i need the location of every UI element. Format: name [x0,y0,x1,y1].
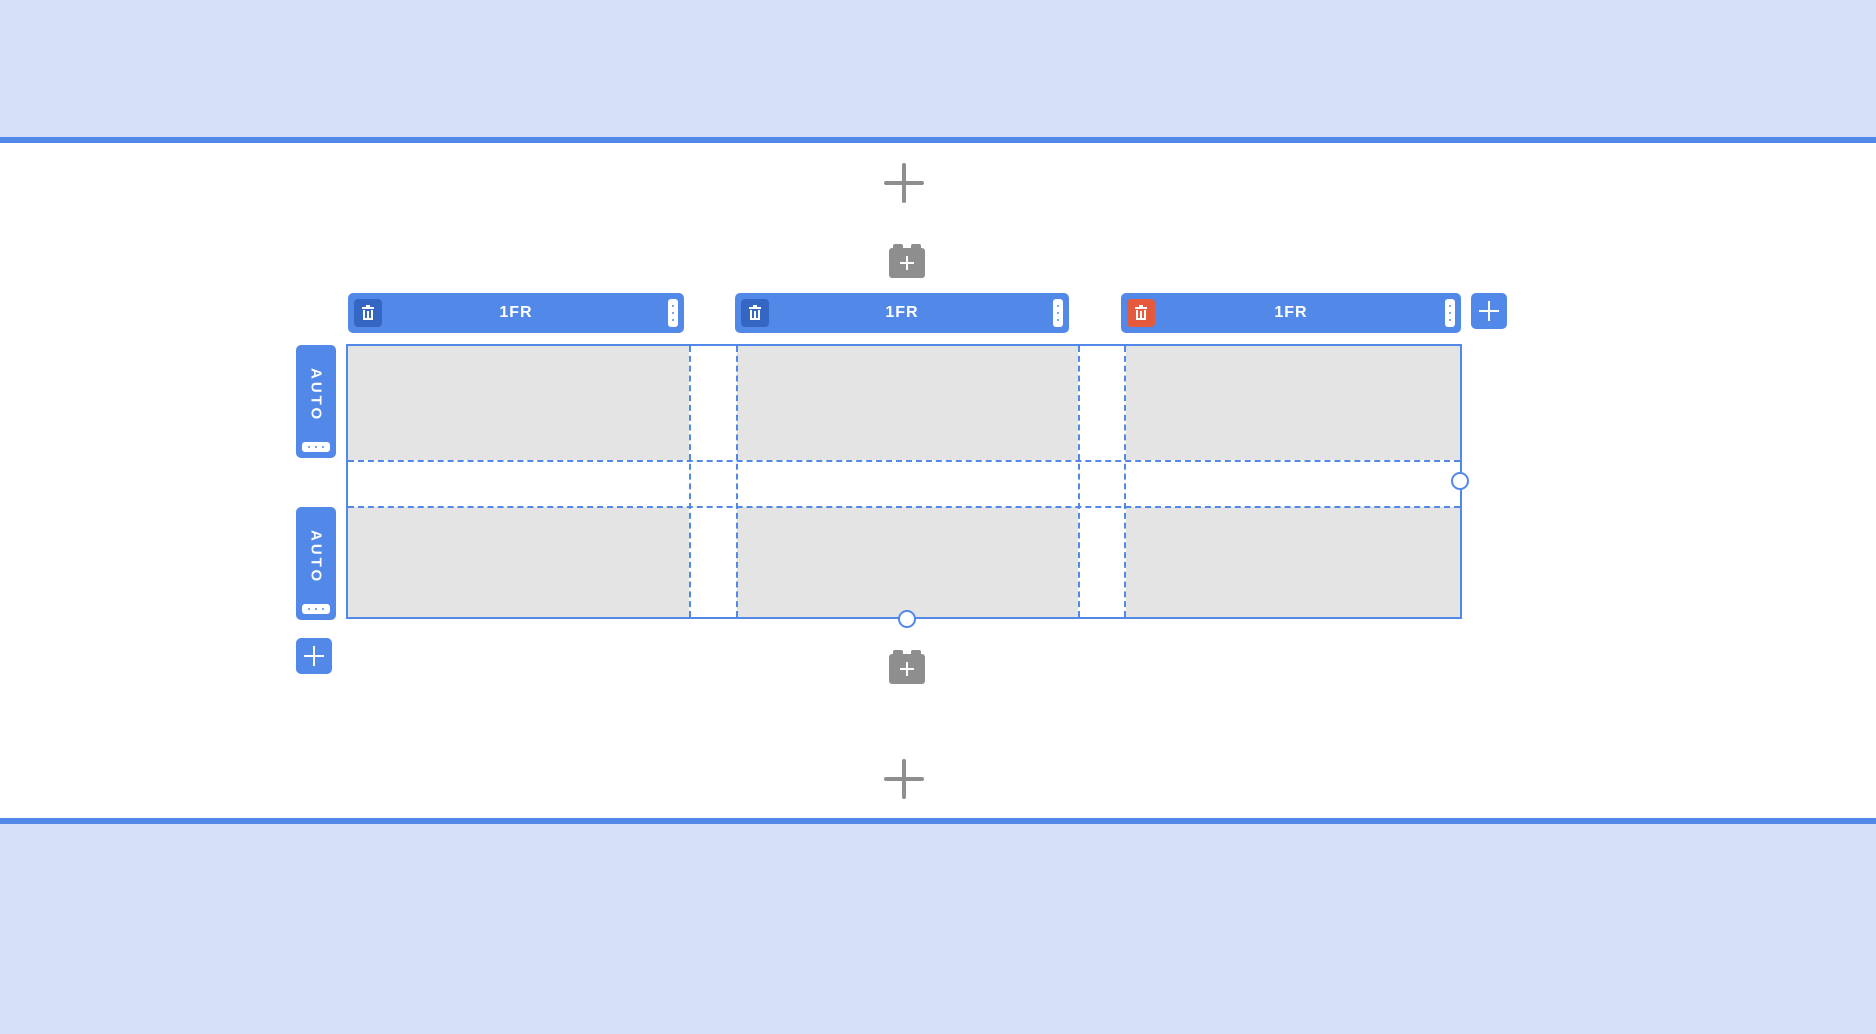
add-block-top-icon[interactable] [889,244,925,280]
row-1-menu-dots-icon[interactable] [302,442,330,452]
column-3-menu-dots-icon[interactable] [1445,299,1455,327]
grid-cell[interactable] [1126,507,1460,617]
column-2-menu-dots-icon[interactable] [1053,299,1063,327]
grid-cell[interactable] [1126,346,1460,460]
grid-cell[interactable] [348,346,689,460]
column-header-1[interactable]: 1FR [348,293,684,333]
add-section-top-plus-icon[interactable] [882,161,926,205]
column-1-size-label: 1FR [499,304,533,321]
row-header-2[interactable]: AUTO [296,507,336,620]
column-gap-guide [689,346,691,617]
grid-cell[interactable] [737,346,1078,460]
row-gap-guide [348,460,1460,462]
row-1-size-label: AUTO [307,367,325,423]
row-2-size-label: AUTO [307,529,325,585]
column-gap-guide [1124,346,1126,617]
column-3-delete-trash-icon[interactable] [1127,299,1155,327]
column-gap-guide [1078,346,1080,617]
grid-cell[interactable] [737,507,1078,617]
column-gap-guide [736,346,738,617]
column-2-size-label: 1FR [885,304,919,321]
row-gap-guide [348,506,1460,508]
resize-width-handle[interactable] [1451,472,1469,490]
column-1-delete-trash-icon[interactable] [354,299,382,327]
grid-container[interactable] [346,344,1462,619]
row-2-menu-dots-icon[interactable] [302,604,330,614]
add-block-bottom-icon[interactable] [889,650,925,686]
grid-cell[interactable] [348,507,689,617]
resize-height-handle[interactable] [898,610,916,628]
column-3-size-label: 1FR [1274,304,1308,321]
add-column-button[interactable] [1471,293,1507,329]
add-row-button[interactable] [296,638,332,674]
row-header-1[interactable]: AUTO [296,345,336,458]
add-section-bottom-plus-icon[interactable] [882,757,926,801]
column-header-3[interactable]: 1FR [1121,293,1461,333]
column-1-menu-dots-icon[interactable] [668,299,678,327]
column-2-delete-trash-icon[interactable] [741,299,769,327]
column-header-2[interactable]: 1FR [735,293,1069,333]
